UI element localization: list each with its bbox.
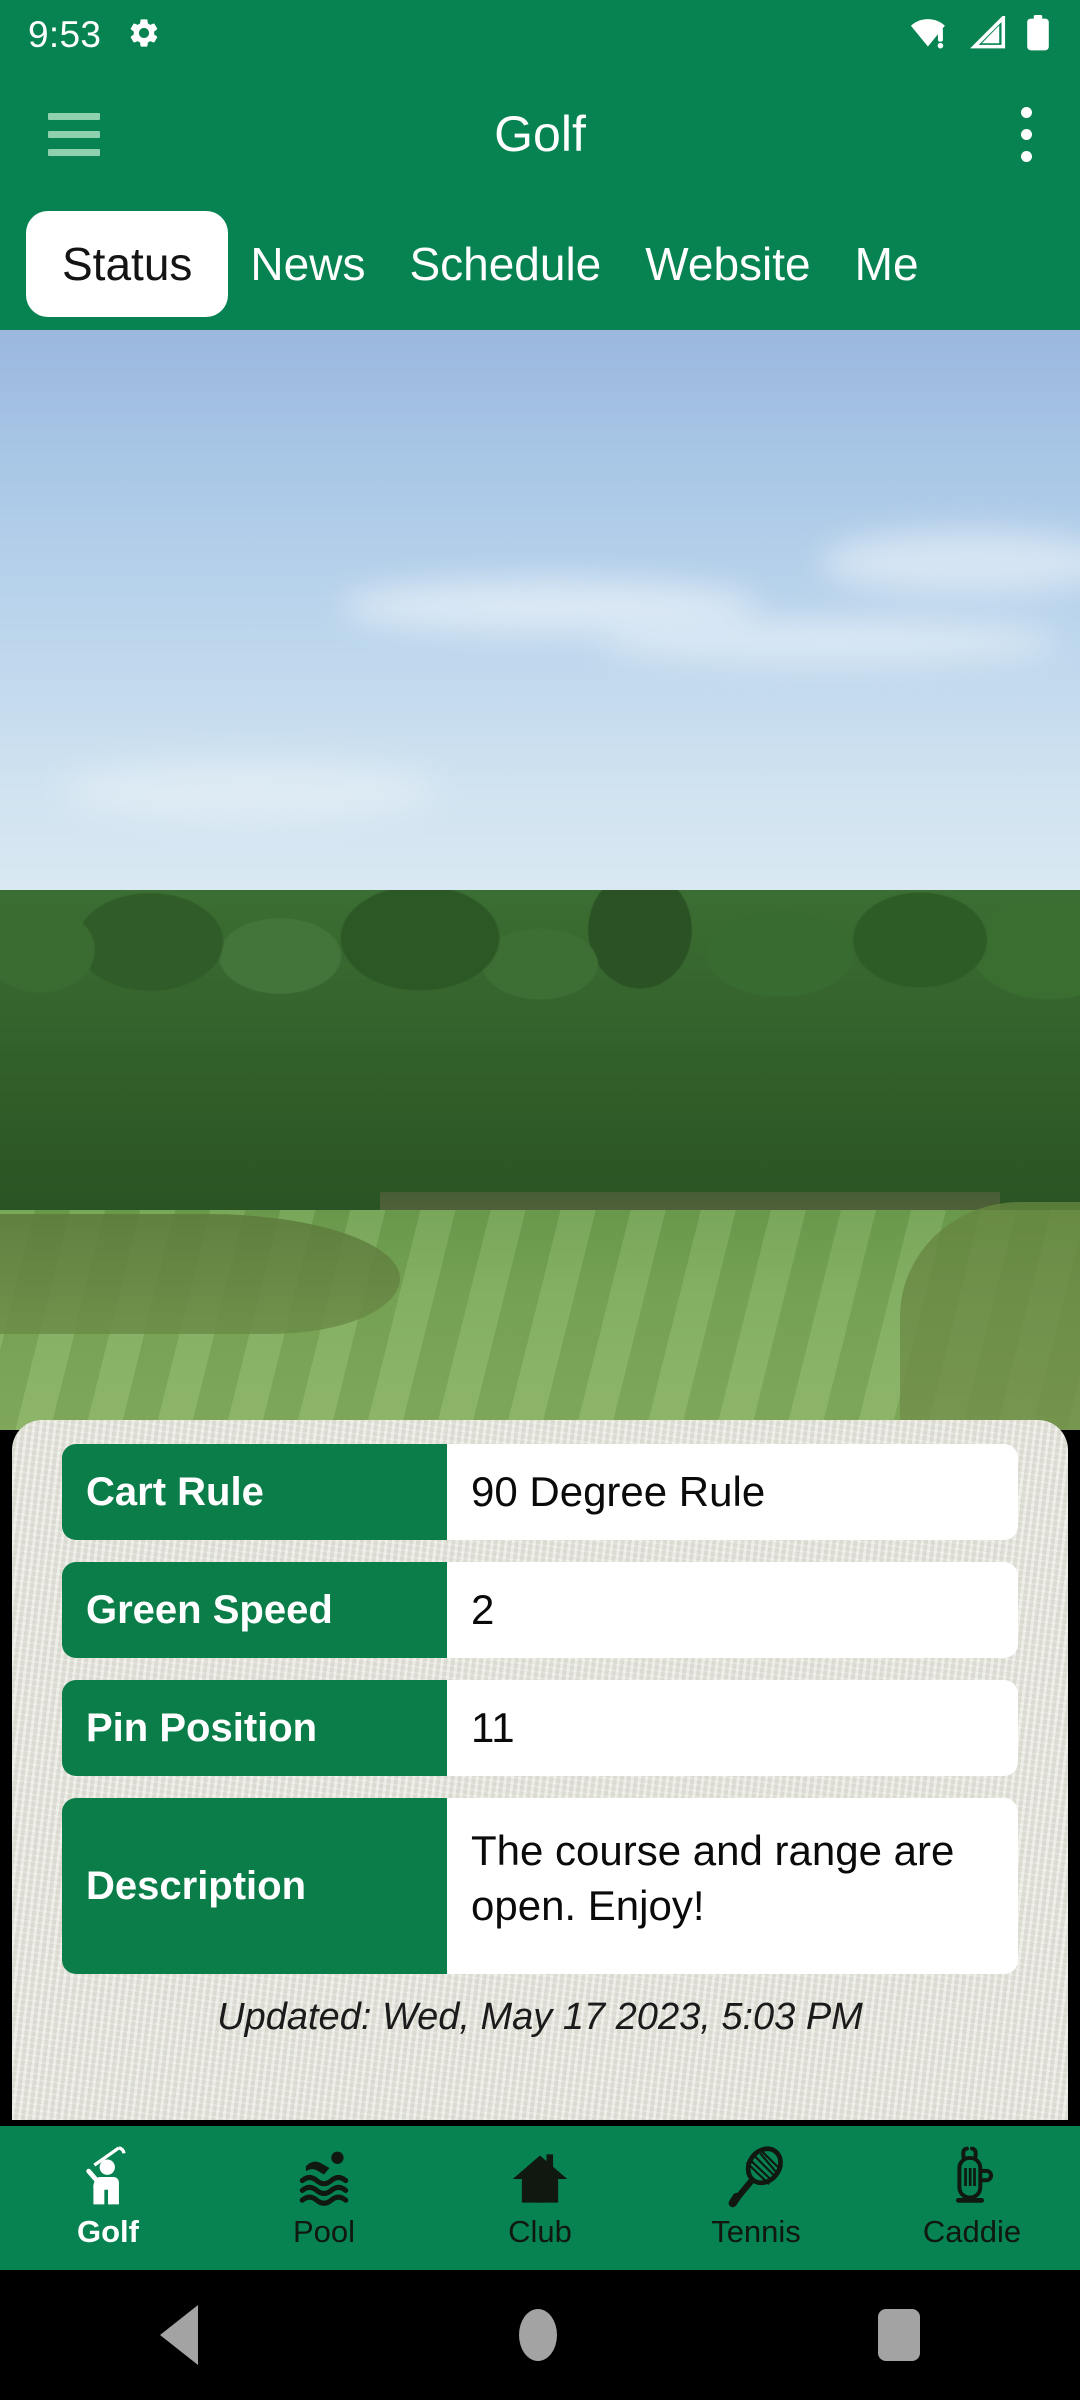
page-title: Golf [494,106,586,162]
nav-label: Pool [292,2214,356,2249]
row-label: Pin Position [62,1680,447,1776]
phone-screen: 9:53 Golf Status News Schedule Website M… [0,0,1080,2400]
hamburger-menu-icon[interactable] [48,112,100,156]
nav-label: Caddie [922,2214,1022,2249]
status-row-cart-rule: Cart Rule 90 Degree Rule [62,1444,1018,1540]
status-row-pin-position: Pin Position 11 [62,1680,1018,1776]
tab-news[interactable]: News [228,237,387,291]
battery-full-icon [1024,14,1052,56]
status-bar: 9:53 [0,0,1080,70]
tab-schedule[interactable]: Schedule [387,237,623,291]
status-bar-clock: 9:53 [28,14,102,55]
course-hero-photo [0,330,1080,1430]
status-row-green-speed: Green Speed 2 [62,1562,1018,1658]
row-label: Description [62,1798,447,1974]
nav-item-caddie[interactable]: Caddie [864,2146,1080,2250]
status-row-description: Description The course and range are ope… [62,1798,1018,1974]
overflow-dot [1021,128,1032,140]
row-label: Green Speed [62,1562,447,1658]
treeline [0,890,1080,1220]
status-bar-right [910,12,1052,56]
row-value: 11 [447,1680,1018,1776]
course-status-card: Cart Rule 90 Degree Rule Green Speed 2 P… [12,1420,1068,2120]
nav-label: Tennis [711,2214,801,2249]
tab-status[interactable]: Status [26,211,229,317]
golfer-icon [78,2146,138,2208]
wifi-no-internet-icon [910,16,952,55]
back-triangle-icon[interactable] [160,2305,199,2365]
more-vertical-icon[interactable] [1021,106,1032,162]
golf-bag-icon [945,2146,999,2208]
home-circle-icon[interactable] [518,2309,557,2361]
racket-icon [727,2146,785,2208]
tab-website[interactable]: Website [623,237,832,291]
row-value: 90 Degree Rule [447,1444,1018,1540]
nav-item-tennis[interactable]: Tennis [648,2146,864,2250]
row-value: The course and range are open. Enjoy! [447,1798,1018,1974]
recents-square-icon[interactable] [877,2309,920,2361]
app-bar: Golf [0,70,1080,198]
overflow-dot [1021,150,1032,162]
android-system-nav[interactable] [0,2270,1080,2400]
rough-left [0,1214,400,1334]
hamburger-line [48,148,100,156]
cellular-signal-icon [969,12,1007,55]
house-icon [511,2146,569,2208]
bottom-navigation[interactable]: Golf Pool Club Tennis Caddie [0,2126,1080,2270]
swimmer-icon [295,2146,353,2208]
cloud [60,760,440,820]
row-label: Cart Rule [62,1444,447,1540]
status-bar-left: 9:53 [28,14,161,56]
nav-item-pool[interactable]: Pool [216,2146,432,2250]
tab-members[interactable]: Me [833,237,941,291]
hamburger-line [48,112,100,120]
hamburger-line [48,130,100,138]
nav-label: Golf [77,2214,139,2249]
overflow-dot [1021,106,1032,118]
nav-label: Club [508,2214,572,2249]
cloud [600,620,1060,662]
last-updated-text: Updated: Wed, May 17 2023, 5:03 PM [217,1996,863,2038]
settings-gear-icon [127,16,161,55]
nav-item-golf[interactable]: Golf [0,2146,216,2250]
row-value: 2 [447,1562,1018,1658]
nav-item-club[interactable]: Club [432,2146,648,2250]
tab-bar[interactable]: Status News Schedule Website Me [0,198,1080,330]
